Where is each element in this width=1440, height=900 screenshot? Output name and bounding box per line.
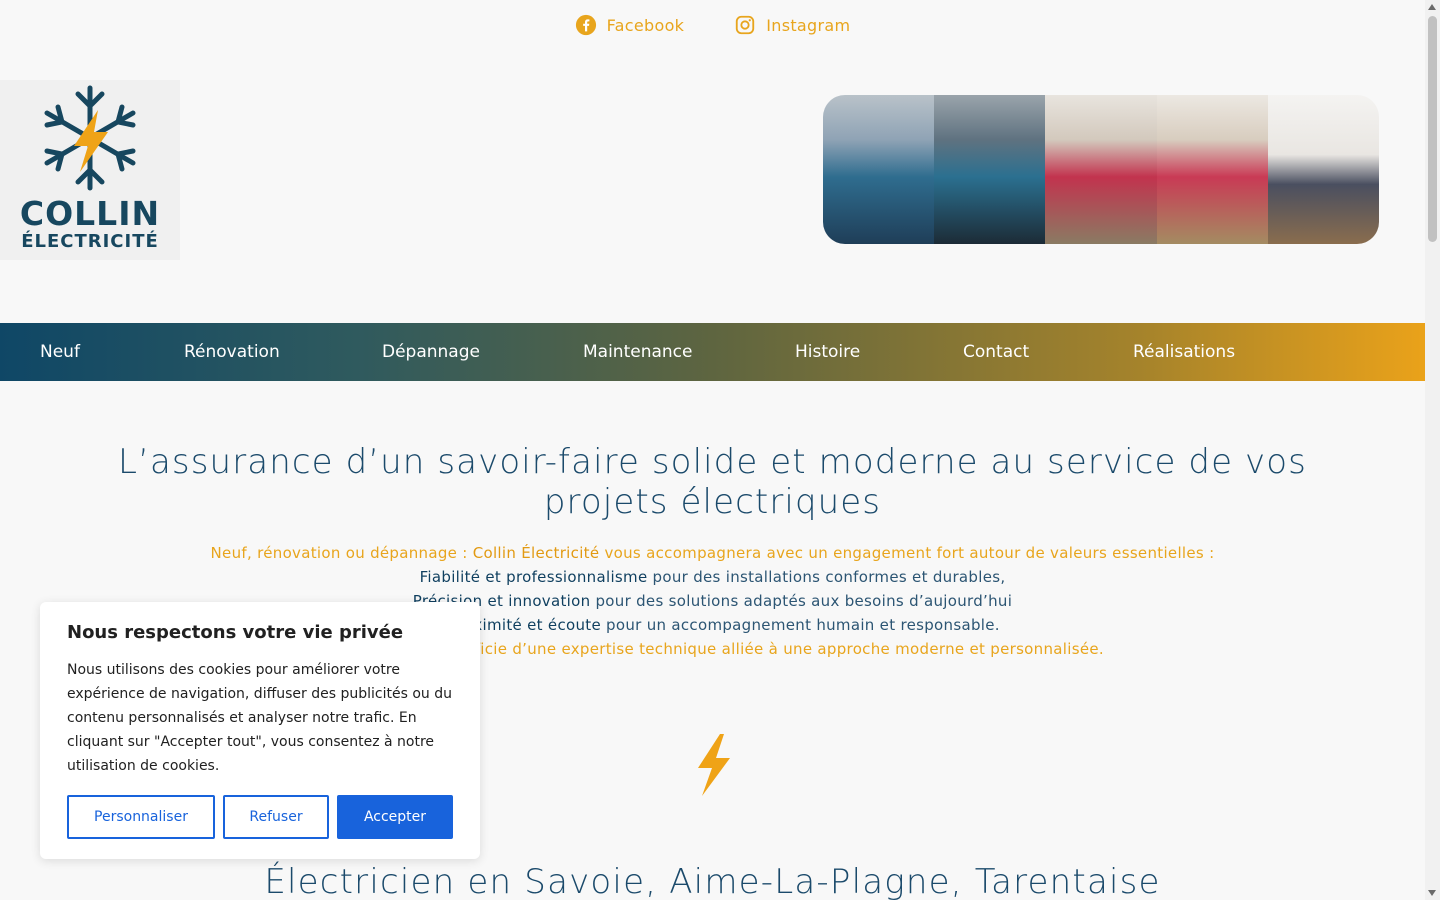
instagram-icon [736,15,755,35]
nav-item-depannage[interactable]: Dépannage [382,342,480,362]
scroll-down-arrow-icon[interactable] [1428,890,1436,896]
nav-item-histoire[interactable]: Histoire [795,342,860,362]
facebook-icon [575,14,596,36]
scrollbar-thumb[interactable] [1428,16,1437,242]
site-logo[interactable]: COLLIN ÉLECTRICITÉ [0,80,180,260]
nav-item-contact[interactable]: Contact [963,342,1029,362]
nav-item-neuf[interactable]: Neuf [40,342,80,362]
page-scrollbar[interactable] [1425,0,1440,900]
value1-strong: Fiabilité et professionnalisme [419,568,648,586]
nav-item-maintenance[interactable]: Maintenance [583,342,692,362]
photo-electrician-5 [1267,95,1379,244]
cookie-title: Nous respectons votre vie privée [67,622,404,643]
logo-line2: ÉLECTRICITÉ [21,231,159,252]
main-nav: Neuf Rénovation Dépannage Maintenance Hi… [0,323,1425,381]
value3-rest: pour un accompagnement humain et respons… [600,616,1000,634]
instagram-link[interactable]: Instagram [734,14,850,36]
cookie-text: Nous utilisons des cookies pour améliore… [67,662,452,774]
value1-rest: pour des installations conformes et dura… [647,568,1006,586]
logo-line1: COLLIN [19,194,161,233]
nav-item-realisations[interactable]: Réalisations [1133,342,1235,362]
facebook-link[interactable]: Facebook [575,14,685,36]
accept-button[interactable]: Accepter [337,795,453,839]
customize-button[interactable]: Personnaliser [67,795,215,839]
intro-brand: Collin Électricité [472,544,600,562]
photo-electrician-2 [934,95,1046,244]
value2-rest: pour des solutions adaptés aux besoins d… [590,592,1013,610]
social-bar: Facebook Instagram [0,14,1425,36]
instagram-label: Instagram [766,15,851,35]
hero-photo-strip [823,95,1379,244]
photo-electrician-1 [823,95,935,244]
intro-pre: Neuf, rénovation ou dépannage : [210,544,473,562]
lightning-bolt-icon [698,734,730,796]
photo-electrician-4 [1156,95,1268,244]
scroll-up-arrow-icon[interactable] [1428,4,1436,10]
reject-button[interactable]: Refuser [223,795,329,839]
intro-post: vous accompagnera avec un engagement for… [599,544,1215,562]
nav-item-renovation[interactable]: Rénovation [184,342,280,362]
photo-electrician-3 [1045,95,1157,244]
cookie-banner: Nous respectons votre vie privée Nous ut… [40,602,480,859]
section-title: Électricien en Savoie, Aime-La-Plagne, T… [264,862,1161,900]
facebook-label: Facebook [606,15,685,35]
hero-title: L’assurance d’un savoir-faire solide et … [118,442,1307,522]
page: Facebook Instagram COLLIN ÉLECTRICITÉ Ne… [0,0,1425,900]
